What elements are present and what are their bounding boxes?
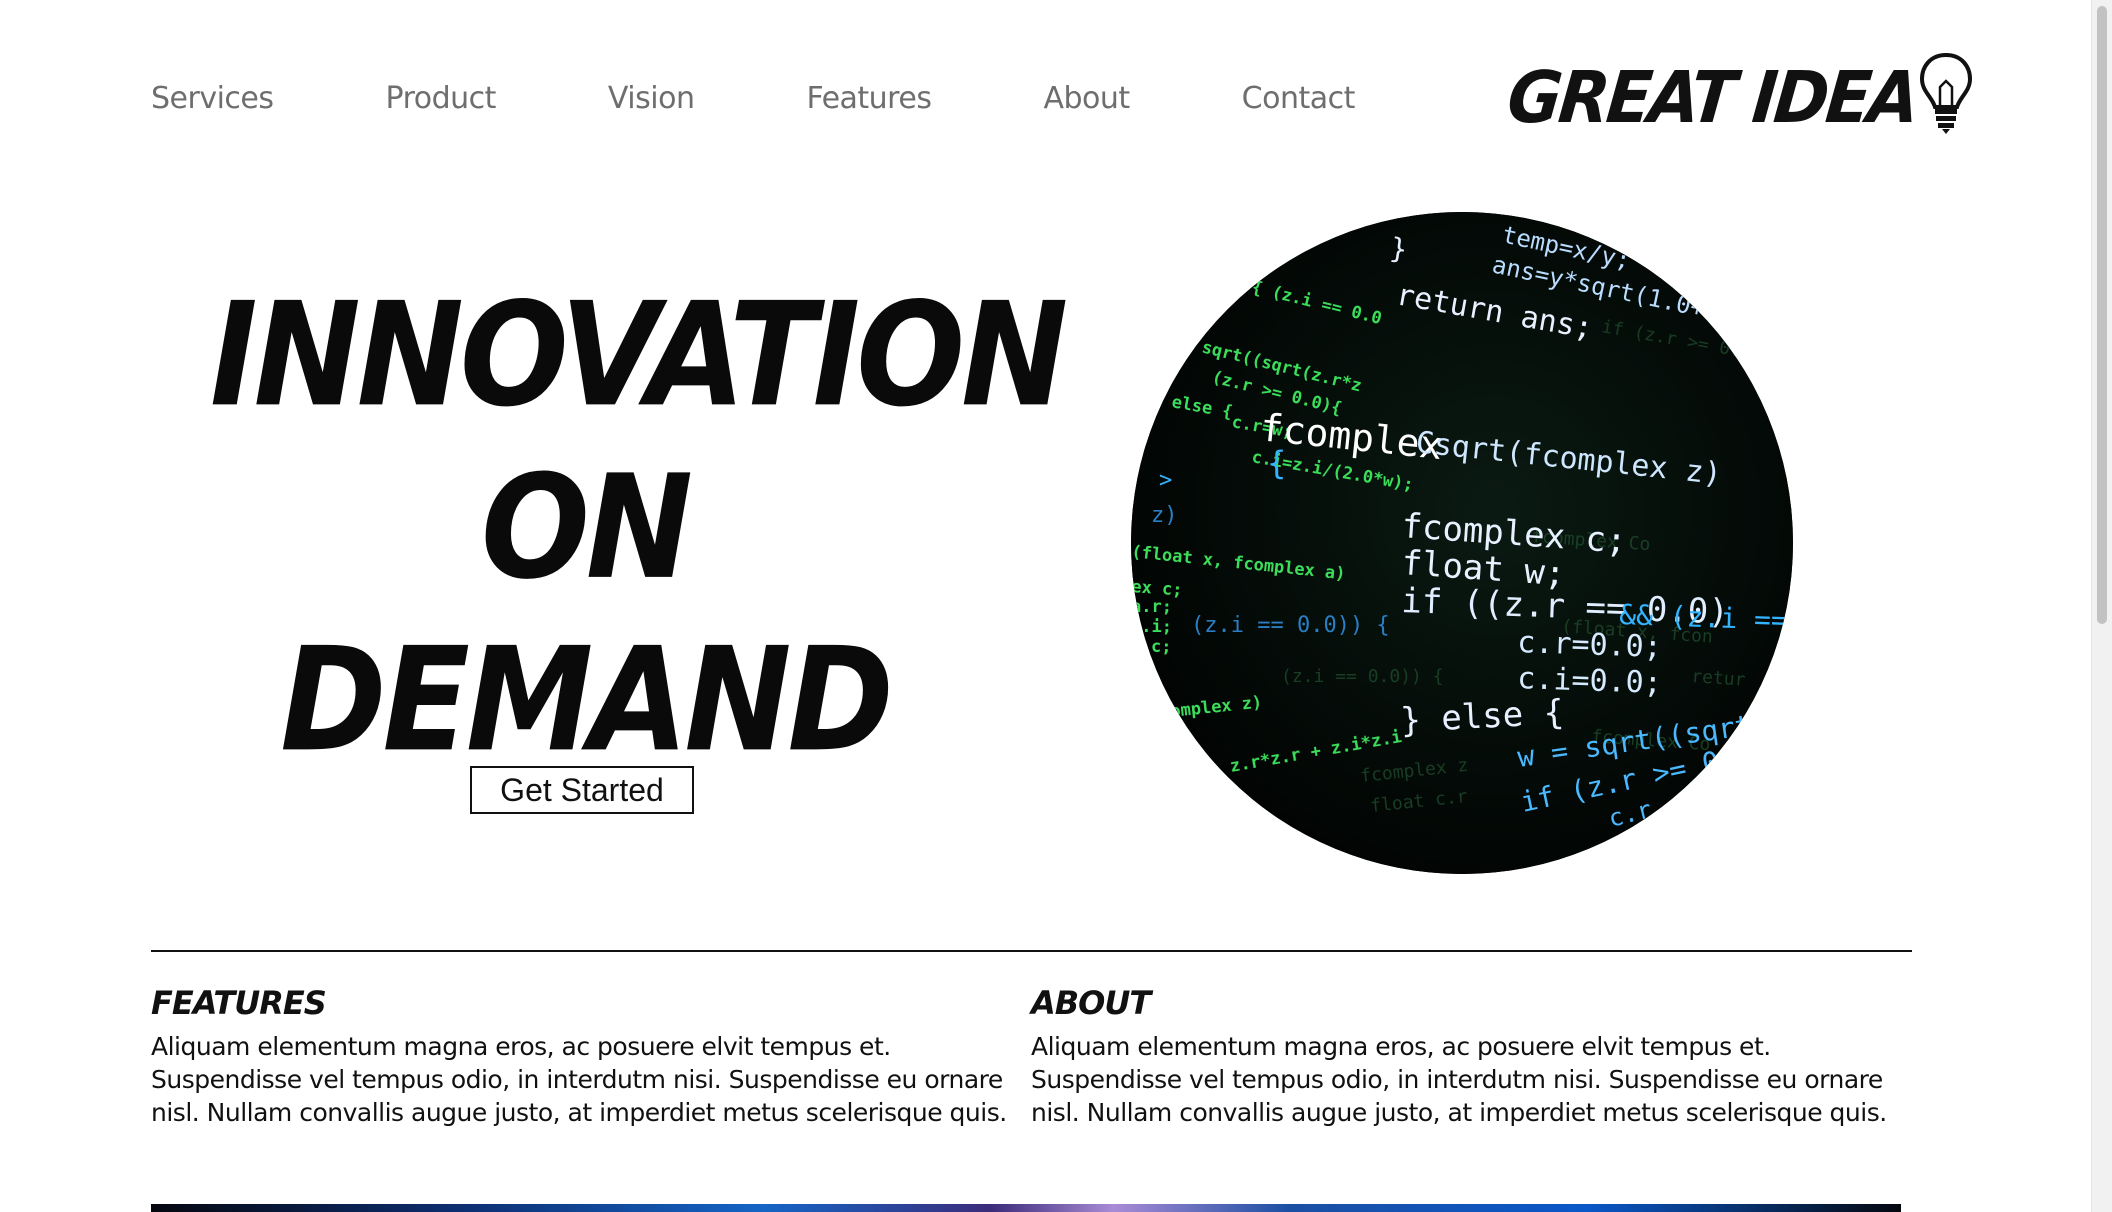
nav-link-services[interactable]: Services [151,81,274,116]
hero-code-image: if (z.r >= 0.0 fcomplex Co (float x, fco… [1131,212,1793,874]
svg-text:>: > [1159,468,1172,493]
main-nav: Services Product Vision Features About C… [151,70,1355,126]
hero-title: INNOVATION ON DEMAND [210,270,1068,787]
nav-link-contact[interactable]: Contact [1242,81,1356,116]
nav-link-vision[interactable]: Vision [608,81,695,116]
about-section: About Aliquam elementum magna eros, ac p… [1031,984,1901,1129]
scrollbar-thumb[interactable] [2097,6,2107,624]
svg-text:c;: c; [1151,637,1171,657]
nav-link-features[interactable]: Features [806,81,932,116]
about-heading: About [1031,984,1151,1022]
svg-text:(z.i == 0.0)) {: (z.i == 0.0)) { [1281,666,1444,687]
svg-text:c.r=0.0;: c.r=0.0; [1517,625,1663,665]
bottom-banner-image [151,1204,1901,1212]
brand-logo[interactable]: GREAT IDEA [1504,52,1974,140]
features-heading: Features [151,984,327,1022]
about-body: Aliquam elementum magna eros, ac posuere… [1031,1032,1887,1127]
hero-title-line-2: ON [481,444,693,612]
svg-text:retur: retur [1691,666,1747,691]
nav-link-about[interactable]: About [1043,81,1130,116]
features-body: Aliquam elementum magna eros, ac posuere… [151,1032,1007,1127]
section-divider [151,950,1912,952]
nav-link-product[interactable]: Product [386,81,497,116]
lightbulb-icon [1920,52,1973,134]
logo-text: GREAT IDEA [1503,55,1921,139]
page-scrollbar[interactable] [2091,0,2112,1212]
hero-title-line-3: DEMAND [280,617,894,785]
hero-title-line-1: INNOVATION [210,272,1068,440]
svg-text:} else {: } else { [1399,692,1565,741]
svg-text:(z.i == 0.0)) {: (z.i == 0.0)) { [1191,613,1390,638]
svg-text:z): z) [1151,503,1178,528]
svg-text:a.r;: a.r; [1131,597,1172,617]
features-section: Features Aliquam elementum magna eros, a… [151,984,1021,1129]
svg-text:a.i;: a.i; [1131,617,1172,637]
get-started-button[interactable]: Get Started [470,766,694,814]
svg-text:{: { [1267,444,1286,482]
